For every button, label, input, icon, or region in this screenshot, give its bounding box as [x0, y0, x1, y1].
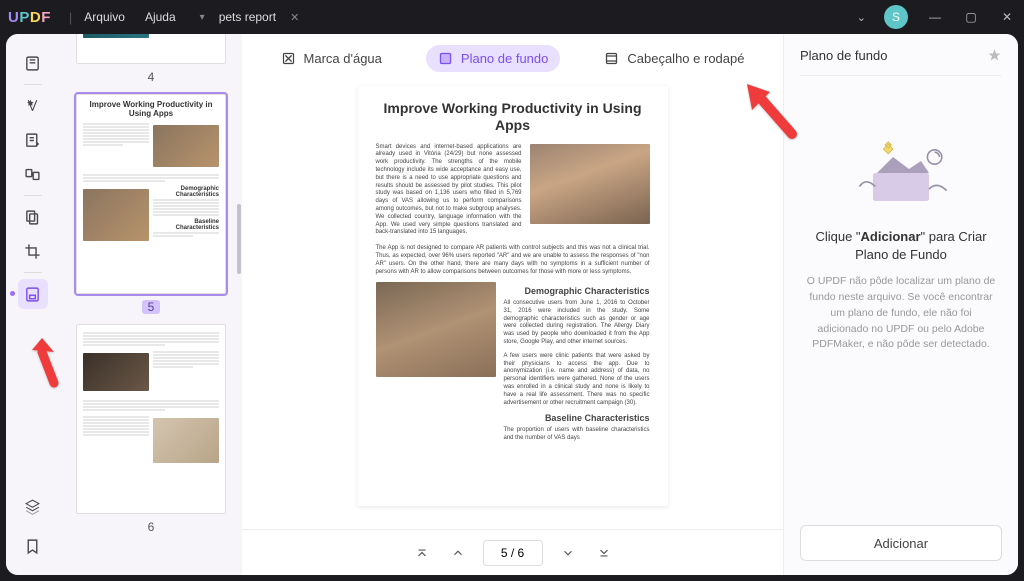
minimize-button[interactable]: — — [926, 10, 944, 24]
menu-arquivo[interactable]: Arquivo — [84, 10, 125, 24]
close-icon[interactable]: ✕ — [290, 11, 299, 24]
page-input[interactable] — [483, 540, 543, 566]
document-page: Improve Working Productivity in Using Ap… — [358, 86, 668, 506]
left-toolbar — [6, 34, 60, 575]
tab-background[interactable]: Plano de fundo — [426, 45, 560, 72]
maximize-button[interactable]: ▢ — [962, 10, 980, 24]
pager — [242, 529, 783, 575]
rpanel-message: Clique "Adicionar" para Criar Plano de F… — [800, 228, 1002, 264]
close-button[interactable]: ✕ — [998, 10, 1016, 24]
tool-organize[interactable] — [18, 202, 48, 232]
thumb-6-num: 6 — [148, 520, 155, 534]
menu-ajuda[interactable]: Ajuda — [145, 10, 176, 24]
tool-convert[interactable] — [18, 159, 48, 189]
chevron-down-icon[interactable]: ⌄ — [857, 11, 866, 24]
tool-annotate[interactable] — [18, 91, 48, 121]
doc-photo-1 — [530, 144, 650, 224]
tab-header-footer[interactable]: Cabeçalho e rodapé — [592, 45, 756, 72]
tool-page-tools[interactable] — [18, 279, 48, 309]
tab-watermark[interactable]: Marca d'água — [269, 45, 394, 72]
app-logo: UPDF — [8, 9, 51, 26]
thumb-5-num: 5 — [142, 300, 161, 314]
doc-photo-2 — [376, 282, 496, 377]
right-panel: Plano de fundo Clique "Adicionar" para C… — [783, 34, 1018, 575]
rpanel-subtext: O UPDF não pôde localizar um plano de fu… — [800, 274, 1002, 353]
thumb-5[interactable]: Improve Working Productivity in Using Ap… — [68, 94, 234, 316]
avatar[interactable]: S — [884, 5, 908, 29]
page-next-button[interactable] — [557, 542, 579, 564]
doc-title: Improve Working Productivity in Using Ap… — [376, 100, 650, 134]
page-first-button[interactable] — [411, 542, 433, 564]
rpanel-title: Plano de fundo — [800, 48, 887, 63]
tab-title: pets report — [219, 10, 276, 24]
tool-crop[interactable] — [18, 236, 48, 266]
page-tools-tabs: Marca d'água Plano de fundo Cabeçalho e … — [242, 34, 783, 82]
add-button[interactable]: Adicionar — [800, 525, 1002, 561]
star-icon[interactable] — [987, 48, 1002, 63]
thumbnails-panel: 4 Improve Working Productivity in Using … — [60, 34, 242, 575]
tool-bookmark[interactable] — [18, 531, 48, 561]
page-last-button[interactable] — [593, 542, 615, 564]
document-tab[interactable]: pets report ✕ — [205, 6, 314, 28]
document-area: Marca d'água Plano de fundo Cabeçalho e … — [242, 34, 783, 575]
tab-prev-indicator: ▾ — [200, 12, 205, 23]
thumb-6[interactable]: 6 — [68, 324, 234, 536]
titlebar: UPDF | Arquivo Ajuda ▾ pets report ✕ ⌄ S… — [0, 0, 1024, 34]
tool-reader[interactable] — [18, 48, 48, 78]
page-prev-button[interactable] — [447, 542, 469, 564]
thumb-4-num: 4 — [148, 70, 155, 84]
empty-illustration — [800, 124, 1002, 214]
thumb-4[interactable]: 4 — [68, 34, 234, 86]
tool-layers[interactable] — [18, 491, 48, 521]
thumbnail-scrollbar[interactable] — [237, 204, 241, 274]
tool-edit[interactable] — [18, 125, 48, 155]
